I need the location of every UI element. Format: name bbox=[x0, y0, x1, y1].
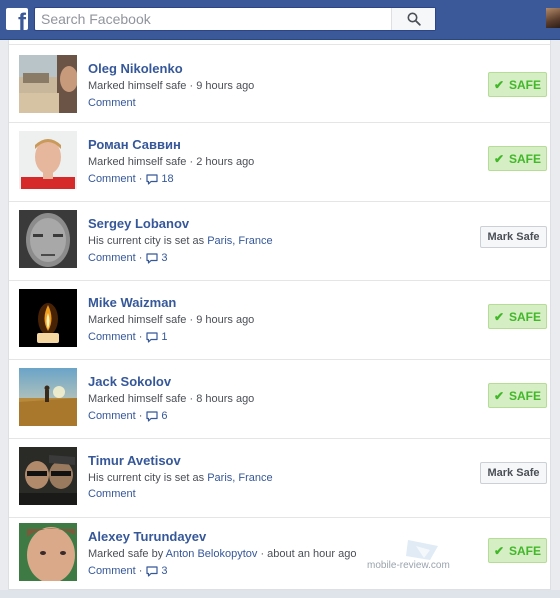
safe-badge: ✔ SAFE bbox=[488, 304, 547, 329]
comment-link[interactable]: Comment bbox=[88, 410, 136, 422]
list-item: Sergey Lobanov His current city is set a… bbox=[9, 202, 550, 281]
status-text: His current city is set as Paris, France bbox=[88, 472, 273, 484]
profile-avatar[interactable] bbox=[546, 8, 560, 28]
safe-label: SAFE bbox=[509, 151, 542, 166]
person-name[interactable]: Роман Саввин bbox=[88, 137, 181, 152]
mark-safe-button[interactable]: Mark Safe bbox=[480, 462, 547, 484]
city-link[interactable]: Paris, France bbox=[207, 235, 272, 247]
comment-link[interactable]: Comment bbox=[88, 252, 136, 264]
comment-count[interactable]: 18 bbox=[161, 173, 173, 185]
checkmark-icon: ✔ bbox=[493, 388, 505, 403]
separator: · bbox=[135, 410, 143, 422]
list-item: Роман Саввин Marked himself safe · 2 hou… bbox=[9, 123, 550, 202]
person-name[interactable]: Oleg Nikolenko bbox=[88, 61, 183, 76]
status-text: Marked himself safe · 9 hours ago bbox=[88, 314, 254, 326]
comment-bubble-icon[interactable] bbox=[146, 252, 159, 264]
comment-count[interactable]: 6 bbox=[161, 410, 167, 422]
avatar[interactable] bbox=[19, 447, 77, 505]
safe-badge: ✔ SAFE bbox=[488, 538, 547, 563]
mark-safe-button[interactable]: Mark Safe bbox=[480, 226, 547, 248]
safe-label: SAFE bbox=[509, 77, 542, 92]
comment-link[interactable]: Comment bbox=[88, 97, 136, 109]
status-text: Marked safe by Anton Belokopytov · about… bbox=[88, 548, 356, 560]
status-text: Marked himself safe · 9 hours ago bbox=[88, 80, 254, 92]
row-actions: Comment bbox=[88, 97, 136, 109]
city-link[interactable]: Paris, France bbox=[207, 472, 272, 484]
status-prefix: His current city is set as bbox=[88, 235, 208, 247]
person-name[interactable]: Sergey Lobanov bbox=[88, 216, 189, 231]
status-suffix: · about an hour ago bbox=[257, 548, 357, 560]
status-prefix: Marked himself safe · 9 hours ago bbox=[88, 314, 255, 326]
row-actions: Comment · 6 bbox=[88, 410, 168, 422]
safe-label: SAFE bbox=[509, 543, 542, 558]
top-bar: f bbox=[0, 0, 560, 40]
status-prefix: Marked himself safe · 8 hours ago bbox=[88, 393, 255, 405]
facebook-logo-icon[interactable]: f bbox=[6, 8, 28, 30]
search-button[interactable] bbox=[391, 8, 435, 30]
status-prefix: Marked safe by bbox=[88, 548, 166, 560]
comment-bubble-icon[interactable] bbox=[146, 410, 159, 422]
person-name[interactable]: Mike Waizman bbox=[88, 295, 176, 310]
separator: · bbox=[135, 173, 143, 185]
status-text: Marked himself safe · 8 hours ago bbox=[88, 393, 254, 405]
safe-badge: ✔ SAFE bbox=[488, 146, 547, 171]
safety-check-list: Oleg Nikolenko Marked himself safe · 9 h… bbox=[8, 40, 551, 590]
row-actions: Comment · 3 bbox=[88, 252, 168, 264]
separator: · bbox=[135, 565, 143, 577]
separator: · bbox=[135, 331, 143, 343]
status-prefix: Marked himself safe · 2 hours ago bbox=[88, 156, 255, 168]
safe-badge: ✔ SAFE bbox=[488, 383, 547, 408]
row-actions: Comment bbox=[88, 488, 136, 500]
comment-link[interactable]: Comment bbox=[88, 488, 136, 500]
list-item: Oleg Nikolenko Marked himself safe · 9 h… bbox=[9, 44, 550, 123]
person-name[interactable]: Timur Avetisov bbox=[88, 453, 181, 468]
checkmark-icon: ✔ bbox=[493, 151, 505, 166]
avatar[interactable] bbox=[19, 523, 77, 581]
list-item: Jack Sokolov Marked himself safe · 8 hou… bbox=[9, 360, 550, 439]
person-name[interactable]: Jack Sokolov bbox=[88, 374, 171, 389]
status-prefix: Marked himself safe · 9 hours ago bbox=[88, 80, 255, 92]
list-item: Alexey Turundayev Marked safe by Anton B… bbox=[9, 518, 550, 589]
row-actions: Comment · 18 bbox=[88, 173, 174, 185]
person-name[interactable]: Alexey Turundayev bbox=[88, 529, 206, 544]
comment-bubble-icon[interactable] bbox=[146, 331, 159, 343]
marked-by-link[interactable]: Anton Belokopytov bbox=[166, 548, 258, 560]
search-icon bbox=[407, 12, 421, 26]
checkmark-icon: ✔ bbox=[493, 309, 505, 324]
avatar[interactable] bbox=[19, 289, 77, 347]
comment-link[interactable]: Comment bbox=[88, 331, 136, 343]
checkmark-icon: ✔ bbox=[493, 77, 505, 92]
comment-count[interactable]: 3 bbox=[161, 252, 167, 264]
comment-link[interactable]: Comment bbox=[88, 565, 136, 577]
avatar[interactable] bbox=[19, 55, 77, 113]
search-box bbox=[34, 7, 436, 31]
separator: · bbox=[135, 252, 143, 264]
safe-label: SAFE bbox=[509, 309, 542, 324]
comment-bubble-icon[interactable] bbox=[146, 565, 159, 577]
watermark-text: mobile-review.com bbox=[367, 560, 450, 571]
comment-count[interactable]: 3 bbox=[161, 565, 167, 577]
list-item: Mike Waizman Marked himself safe · 9 hou… bbox=[9, 281, 550, 360]
search-input[interactable] bbox=[35, 8, 395, 30]
checkmark-icon: ✔ bbox=[493, 543, 505, 558]
avatar[interactable] bbox=[19, 368, 77, 426]
avatar[interactable] bbox=[19, 131, 77, 189]
safe-label: SAFE bbox=[509, 388, 542, 403]
status-text: Marked himself safe · 2 hours ago bbox=[88, 156, 254, 168]
row-actions: Comment · 1 bbox=[88, 331, 168, 343]
comment-count[interactable]: 1 bbox=[161, 331, 167, 343]
safe-badge: ✔ SAFE bbox=[488, 72, 547, 97]
avatar[interactable] bbox=[19, 210, 77, 268]
comment-bubble-icon[interactable] bbox=[146, 173, 159, 185]
status-text: His current city is set as Paris, France bbox=[88, 235, 273, 247]
bottom-strip bbox=[0, 590, 560, 598]
comment-link[interactable]: Comment bbox=[88, 173, 136, 185]
list-item: Timur Avetisov His current city is set a… bbox=[9, 439, 550, 518]
row-actions: Comment · 3 bbox=[88, 565, 168, 577]
status-prefix: His current city is set as bbox=[88, 472, 208, 484]
